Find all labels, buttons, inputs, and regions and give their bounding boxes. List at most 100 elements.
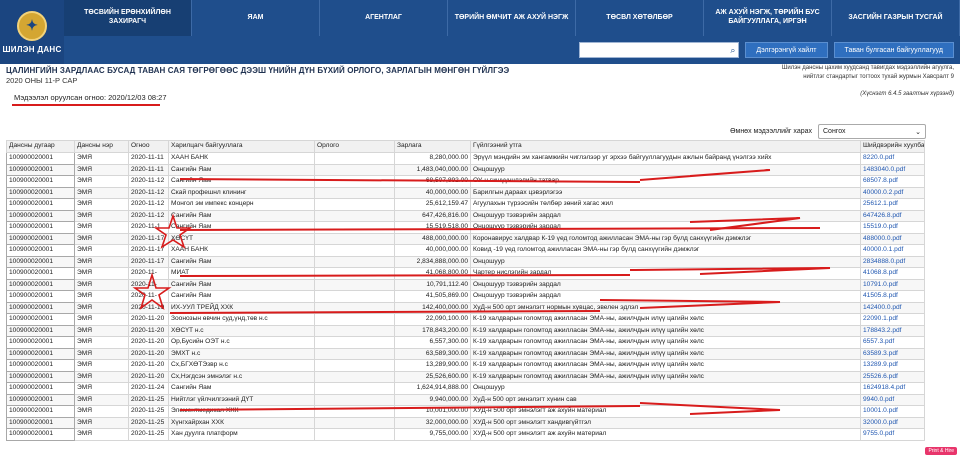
- decision-file-link[interactable]: 40000.0.1.pdf: [860, 244, 925, 257]
- table-row: 100900020001 ЭМЯ 2020-11-20 Ор,Бусийн ОЭТ н…: [6, 336, 925, 349]
- table-row: 100900020001 ЭМЯ 2020-11-11 ХААН БАНК 8,280,…: [6, 152, 925, 165]
- decision-file-link[interactable]: 1624918.4.pdf: [860, 382, 925, 395]
- date: 2020-11-20: [128, 336, 169, 349]
- account-number: 100900020001: [6, 267, 75, 280]
- advanced-search-button[interactable]: Дэлгэрэнгүй хайлт: [745, 42, 828, 58]
- decision-file-link[interactable]: 25612.1.pdf: [860, 198, 925, 211]
- date: 2020-11-: [128, 267, 169, 280]
- decision-file-link[interactable]: 10001.0.pdf: [860, 405, 925, 418]
- nav-item-ministry[interactable]: ЯАМ: [192, 0, 320, 36]
- column-header: Дансны нэр: [74, 140, 129, 153]
- decision-file-link[interactable]: 22090.1.pdf: [860, 313, 925, 326]
- decision-file-link[interactable]: 41505.8.pdf: [860, 290, 925, 303]
- decision-file-link[interactable]: 32000.0.pdf: [860, 416, 925, 429]
- table-row: 100900020001 ЭМЯ 2020-11- МИАТ 41,068,800.00…: [6, 267, 925, 280]
- income: [314, 175, 395, 188]
- account-number: 100900020001: [6, 301, 75, 314]
- account-number: 100900020001: [6, 393, 75, 406]
- description: Чартер нислэгийн зардал: [470, 267, 861, 280]
- expense: 178,843,200.00: [394, 324, 471, 337]
- description: Онцошуур тэзвэрийн зардал: [470, 278, 861, 291]
- income: [314, 382, 395, 395]
- account-number: 100900020001: [6, 209, 75, 222]
- regulation-note: Шилэн дансны цахим хуудсанд тавигдах мэд…: [782, 64, 954, 99]
- nav-item-government-special[interactable]: ЗАСГИЙН ГАЗРЫН ТУСГАЙ: [832, 0, 960, 36]
- income: [314, 405, 395, 418]
- decision-file-link[interactable]: 9940.0.pdf: [860, 393, 925, 406]
- decision-file-link[interactable]: 25526.6.pdf: [860, 370, 925, 383]
- decision-file-link[interactable]: 10791.0.pdf: [860, 278, 925, 291]
- column-header: Орлого: [314, 140, 395, 153]
- description: Эрүүл мэндийн эм хангамжийн чиглэлээр уг…: [470, 152, 861, 165]
- account-name: ЭМЯ: [74, 405, 129, 418]
- decision-file-link[interactable]: 178843.2.pdf: [860, 324, 925, 337]
- account-number: 100900020001: [6, 347, 75, 360]
- decision-file-link[interactable]: 2834888.0.pdf: [860, 255, 925, 268]
- income: [314, 301, 395, 314]
- decision-file-link[interactable]: 41068.8.pdf: [860, 267, 925, 280]
- description: ОУ-н гишүүнчлэлийн татвар: [470, 175, 861, 188]
- print-badge[interactable]: Print & Hire: [925, 447, 957, 455]
- expense: 25,526,600.00: [394, 370, 471, 383]
- date: 2020-11-25: [128, 405, 169, 418]
- table-row: 100900020001 ЭМЯ 2020-11-25 Хан дуулга плат…: [6, 428, 925, 441]
- income: [314, 324, 395, 337]
- account-name: ЭМЯ: [74, 186, 129, 199]
- counterparty: Сангийн Яам: [168, 163, 315, 176]
- search-icon[interactable]: ⌕: [730, 45, 735, 56]
- nav-item-ngo[interactable]: АЖ АХУЙ НЭГЖ, ТӨРИЙН БУС БАЙГУУЛЛАГА, ИР…: [704, 0, 832, 36]
- decision-file-link[interactable]: 15519.0.pdf: [860, 221, 925, 234]
- decision-file-link[interactable]: 6557.3.pdf: [860, 336, 925, 349]
- counterparty: МИАТ: [168, 267, 315, 280]
- decision-file-link[interactable]: 647426.8.pdf: [860, 209, 925, 222]
- budget-orgs-button[interactable]: Таван булгасан байгууллагууд: [833, 42, 954, 58]
- table-row: 100900020001 ЭМЯ 2020-11-20 ЭМХТ н.с 63,589,…: [6, 347, 925, 360]
- decision-file-link[interactable]: 13289.9.pdf: [860, 359, 925, 372]
- description: Онцошуур тэзвэрийн зардал: [470, 221, 861, 234]
- account-number: 100900020001: [6, 221, 75, 234]
- nav-item-agency[interactable]: АГЕНТЛАГ: [320, 0, 448, 36]
- decision-file-link[interactable]: 8220.0.pdf: [860, 152, 925, 165]
- counterparty: Элементмедикал ХХК: [168, 405, 315, 418]
- search-input[interactable]: ⌕: [579, 42, 740, 58]
- description: ХУД-н 500 орт эмнэлэгт аж ахуйн материал: [470, 405, 861, 418]
- income: [314, 244, 395, 257]
- history-select[interactable]: Сонгох ⌄: [818, 124, 926, 139]
- income: [314, 393, 395, 406]
- date: 2020-11-20: [128, 324, 169, 337]
- counterparty: Ор,Бусийн ОЭТ н.с: [168, 336, 315, 349]
- site-logo[interactable]: ✦ ШИЛЭН ДАНС: [0, 0, 64, 64]
- decision-file-link[interactable]: 63589.3.pdf: [860, 347, 925, 360]
- account-name: ЭМЯ: [74, 152, 129, 165]
- table-row: 100900020001 ЭМЯ 2020-11-1 Сангийн Яам 15,51…: [6, 221, 925, 234]
- date: 2020-11-19: [128, 301, 169, 314]
- account-name: ЭМЯ: [74, 301, 129, 314]
- counterparty: Сангийн Яам: [168, 382, 315, 395]
- nav-item-state-owned[interactable]: ТӨРИЙН ӨМЧИТ АЖ АХУЙ НЭГЖ: [448, 0, 576, 36]
- decision-file-link[interactable]: 9755.0.pdf: [860, 428, 925, 441]
- decision-file-link[interactable]: 68507.8.pdf: [860, 175, 925, 188]
- account-number: 100900020001: [6, 382, 75, 395]
- decision-file-link[interactable]: 488000.0.pdf: [860, 232, 925, 245]
- regulation-note-line: Шилэн дансны цахим хуудсанд тавигдах мэд…: [781, 65, 954, 71]
- income: [314, 370, 395, 383]
- expense: 22,090,100.00: [394, 313, 471, 326]
- account-name: ЭМЯ: [74, 416, 129, 429]
- expense: 40,000,000.00: [394, 186, 471, 199]
- account-name: ЭМЯ: [74, 244, 129, 257]
- date: 2020-11-25: [128, 416, 169, 429]
- account-name: ЭМЯ: [74, 290, 129, 303]
- nav-item-budget-program[interactable]: ТӨСВЛ ХӨТӨЛБӨР: [576, 0, 704, 36]
- account-number: 100900020001: [6, 370, 75, 383]
- decision-file-link[interactable]: 1483040.0.pdf: [860, 163, 925, 176]
- income: [314, 428, 395, 441]
- red-underline-mark: [12, 104, 160, 106]
- counterparty: Хүнгхайрхан ХХК: [168, 416, 315, 429]
- account-number: 100900020001: [6, 186, 75, 199]
- nav-item-budget-governors[interactable]: ТӨСВИЙН ЕРӨНХИЙЛӨН ЗАХИРАГЧ: [64, 0, 192, 36]
- counterparty: Сангийн Яам: [168, 175, 315, 188]
- expense: 10,791,112.40: [394, 278, 471, 291]
- decision-file-link[interactable]: 142400.0.pdf: [860, 301, 925, 314]
- table-row: 100900020001 ЭМЯ 2020-11-20 Сх,БГХӨТЭзвр н.…: [6, 359, 925, 372]
- decision-file-link[interactable]: 40000.0.2.pdf: [860, 186, 925, 199]
